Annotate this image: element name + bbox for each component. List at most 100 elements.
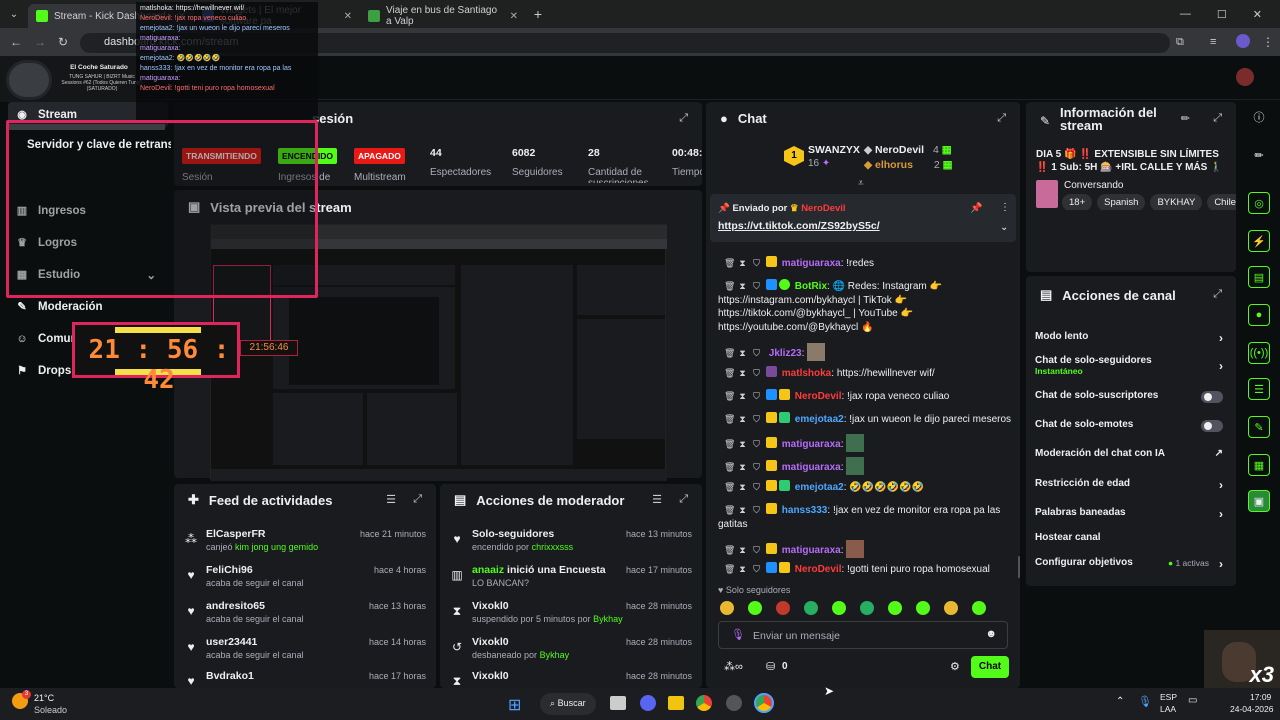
edit-pencil-icon[interactable]: ✏ [1181, 112, 1190, 125]
delete-icon[interactable]: 🗑 [724, 504, 735, 515]
server-key-label[interactable]: Servidor y clave de retransmisión [27, 139, 171, 151]
clock-date[interactable]: 24-04-2026 [1230, 704, 1273, 714]
emote-icon[interactable] [832, 601, 846, 615]
emote-icon[interactable] [972, 601, 986, 615]
list-icon[interactable]: ☰ [1248, 378, 1270, 400]
action-host-channel[interactable]: Hostear canal [1035, 532, 1223, 543]
mod-user[interactable]: Bykhay [593, 614, 623, 624]
mod-user[interactable]: anaaiz [472, 564, 504, 576]
delete-icon[interactable]: 🗑 [724, 367, 735, 378]
delete-icon[interactable]: 🗑 [724, 563, 735, 574]
action-goals[interactable]: Configurar objetivos ● 1 activas › [1035, 557, 1223, 571]
mod-user[interactable]: Bykhay [540, 650, 570, 660]
action-slow-mode[interactable]: Modo lento › [1035, 331, 1223, 345]
task-view-icon[interactable] [610, 696, 626, 710]
lightning-icon[interactable]: ⚡ [1248, 230, 1270, 252]
minimize-icon[interactable]: — [1180, 8, 1191, 21]
activity-user[interactable]: Bvdrako1 [206, 670, 254, 682]
emote-icon[interactable] [860, 601, 874, 615]
timeout-icon[interactable]: ⧗ [738, 563, 747, 574]
expand-icon[interactable]: ⤢ [1213, 288, 1222, 301]
emote-icon[interactable] [720, 601, 734, 615]
microphone-icon[interactable]: 🎙 [731, 628, 745, 641]
emote-icon[interactable] [888, 601, 902, 615]
chrome-icon[interactable] [696, 695, 712, 711]
network-icon[interactable]: ▭ [1188, 695, 1197, 706]
clipboard-icon[interactable]: ▤ [1248, 266, 1270, 288]
discord-icon[interactable] [640, 695, 656, 711]
chevron-down-icon[interactable]: ⌄ [1000, 222, 1008, 233]
activity-user[interactable]: user23441 [206, 636, 257, 648]
pinned-link[interactable]: https://vt.tiktok.com/ZS92byS5c/ [718, 220, 880, 232]
delete-icon[interactable]: 🗑 [724, 390, 735, 401]
timeout-icon[interactable]: ⧗ [738, 481, 747, 492]
delete-icon[interactable]: 🗑 [724, 413, 735, 424]
chat-username[interactable]: matlshoka [782, 368, 831, 379]
delete-icon[interactable]: 🗑 [724, 438, 735, 449]
action-banned-words[interactable]: Palabras baneadas › [1035, 507, 1223, 521]
timeout-icon[interactable]: ⧗ [738, 504, 747, 515]
broadcast-icon[interactable]: ((•)) [1248, 342, 1270, 364]
tag-chip[interactable]: Chile [1207, 194, 1236, 210]
timeout-icon[interactable]: ⧗ [738, 280, 747, 291]
chat-username[interactable]: matiguaraxa [782, 258, 841, 269]
tab-search-icon[interactable]: ⌄ [0, 9, 28, 20]
leaderboard-user[interactable]: ◆ NeroDevil 4 ▦ [864, 144, 952, 156]
close-tab-icon[interactable]: ✕ [344, 11, 352, 22]
extensions-icon[interactable]: ⧉ [1176, 36, 1184, 49]
clock-time[interactable]: 17:09 [1250, 692, 1271, 702]
timeout-icon[interactable]: ⧗ [738, 413, 747, 424]
tag-chip[interactable]: Spanish [1097, 194, 1146, 210]
obs-icon[interactable] [726, 695, 742, 711]
filter-icon[interactable]: ☰ [386, 493, 396, 506]
emote-icon[interactable] [916, 601, 930, 615]
leaderboard-top-user[interactable]: SWANZYX [808, 144, 860, 156]
emote-icon[interactable] [776, 601, 790, 615]
wrench-icon[interactable]: ✎ [1248, 416, 1270, 438]
timeout-icon[interactable]: ⧗ [738, 544, 747, 555]
expand-icon[interactable]: ⤢ [997, 112, 1006, 125]
chat-username[interactable]: NeroDevil [795, 564, 842, 575]
extension-icon[interactable]: ▣ [1248, 490, 1270, 512]
chat-username[interactable]: emejotaa2 [795, 482, 844, 493]
collapse-icon[interactable]: ⩡ [858, 178, 864, 189]
action-emotes-only[interactable]: Chat de solo-emotes [1035, 419, 1223, 432]
chat-username[interactable]: NeroDevil [795, 391, 842, 402]
file-explorer-icon[interactable] [668, 696, 684, 710]
user-avatar[interactable] [1236, 68, 1254, 86]
delete-icon[interactable]: 🗑 [724, 544, 735, 555]
expand-icon[interactable]: ⤢ [679, 112, 688, 125]
mod-target[interactable]: Vixokl0 [472, 670, 509, 682]
maximize-icon[interactable]: ☐ [1217, 8, 1227, 21]
timeout-icon[interactable]: ⧗ [738, 257, 747, 268]
tag-chip[interactable]: BYKHAY [1150, 194, 1203, 210]
tray-chevron-icon[interactable]: ⌃ [1116, 696, 1124, 707]
timeout-icon[interactable]: ⧗ [738, 347, 747, 358]
expand-icon[interactable]: ⤢ [1213, 112, 1222, 125]
timeout-icon[interactable]: ⧗ [738, 390, 747, 401]
close-window-icon[interactable]: ✕ [1253, 8, 1262, 21]
chat-username[interactable]: matiguaraxa [782, 462, 841, 473]
activity-user[interactable]: FeliChi96 [206, 564, 253, 576]
action-age-restriction[interactable]: Restricción de edad › [1035, 478, 1223, 492]
chat-username[interactable]: BotRix [795, 281, 827, 292]
tag-chip[interactable]: 18+ [1062, 194, 1093, 210]
emoji-icon[interactable]: ☻ [985, 628, 997, 640]
activity-user[interactable]: andresito65 [206, 600, 265, 612]
back-icon[interactable]: ← [10, 35, 22, 49]
timeout-icon[interactable]: ⧗ [738, 461, 747, 472]
chat-icon[interactable]: ● [1248, 304, 1270, 326]
pin-icon[interactable]: 📌 [970, 203, 982, 214]
profile-avatar[interactable] [1236, 34, 1250, 48]
subs-only-toggle[interactable] [1201, 391, 1223, 403]
emote-icon[interactable] [804, 601, 818, 615]
action-followers-only[interactable]: Chat de solo-seguidores Instantáneo › [1035, 355, 1223, 376]
chrome-active-icon[interactable] [754, 693, 774, 713]
tab-bus-trip[interactable]: Viaje en bus de Santiago a Valp ✕ [360, 4, 526, 28]
media-icon[interactable]: ≡ [1210, 36, 1216, 48]
chat-username[interactable]: emejotaa2 [795, 414, 844, 425]
mod-target[interactable]: Vixokl0 [472, 600, 509, 612]
delete-icon[interactable]: 🗑 [724, 461, 735, 472]
info-icon[interactable]: ⓘ [1248, 106, 1270, 128]
delete-icon[interactable]: 🗑 [724, 280, 735, 291]
